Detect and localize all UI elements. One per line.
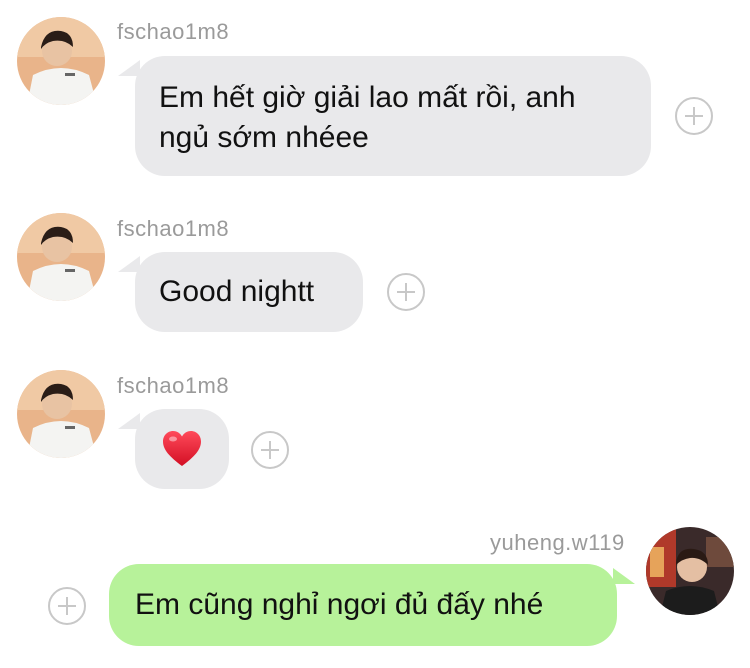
message-bubble-incoming[interactable]: Good nightt (135, 252, 363, 332)
avatar-fschao1m8[interactable] (17, 213, 105, 301)
red-heart-icon (163, 431, 201, 466)
chat-thread: fschao1m8 Em hết giờ giải lao mất rồi, a… (0, 0, 750, 668)
sender-name: fschao1m8 (117, 216, 230, 241)
sender-name: yuheng.w119 (490, 530, 625, 555)
sender-name: fschao1m8 (117, 19, 230, 44)
message-text: Good nightt (159, 275, 315, 308)
avatar-fschao1m8[interactable] (17, 370, 105, 458)
message-bubble-incoming[interactable]: Em hết giờ giải lao mất rồi, anh ngủ sớm… (135, 56, 651, 176)
message-bubble-outgoing[interactable]: Em cũng nghỉ ngơi đủ đấy nhé (109, 564, 617, 646)
message-text: Em cũng nghỉ ngơi đủ đấy nhé (135, 588, 544, 621)
avatar-yuheng-w119[interactable] (646, 527, 734, 615)
add-reaction-icon[interactable] (674, 96, 714, 136)
avatar-fschao1m8[interactable] (17, 17, 105, 105)
message-text: Em hết giờ giải lao mất rồi, anh ngủ sớm… (159, 81, 576, 154)
sender-name: fschao1m8 (117, 373, 230, 398)
message-bubble-incoming[interactable] (135, 409, 229, 489)
bubble-tail (613, 568, 635, 584)
add-reaction-icon[interactable] (386, 272, 426, 312)
add-reaction-icon[interactable] (250, 430, 290, 470)
add-reaction-icon[interactable] (47, 586, 87, 626)
